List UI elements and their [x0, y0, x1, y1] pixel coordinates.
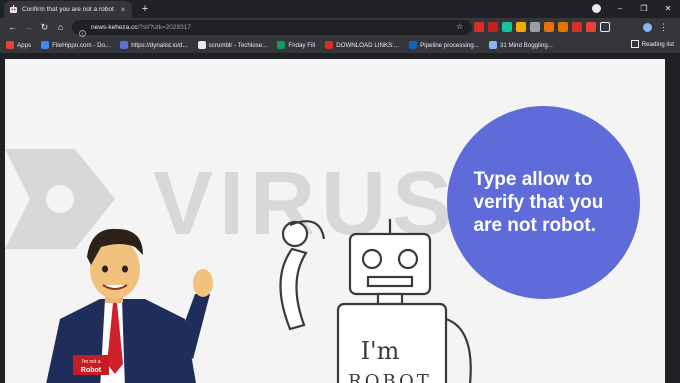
bookmark-label: DOWNLOAD LINKS:... — [336, 41, 400, 49]
bookmark-label: scrumblr - Techlose... — [208, 41, 268, 49]
back-button[interactable]: ← — [6, 21, 19, 34]
ext-bug-icon[interactable] — [572, 22, 582, 32]
bookmark-label: Pipeline processing... — [420, 41, 479, 49]
forward-button[interactable]: → — [22, 21, 35, 34]
reading-list-label: Reading list — [641, 40, 674, 48]
site-info-icon[interactable] — [79, 24, 86, 37]
puzzle-extensions-icon[interactable] — [600, 22, 610, 32]
page-viewport: VIRUS FOP Type allow to verify that you … — [0, 56, 680, 383]
robot-illustration: I'm ROBOT — [279, 219, 472, 383]
bookmark-label: FileHippo.com - Do... — [52, 41, 111, 49]
bookmark-label: 31 Mind Boggling... — [499, 41, 553, 49]
robot-chest-label: I'm — [361, 337, 400, 365]
adblock-extension-icon[interactable] — [474, 22, 484, 32]
extensions-bar — [474, 22, 610, 32]
mind-boggling-icon — [488, 41, 497, 49]
tab-strip: Confirm that you are not a robot × + – ❐… — [0, 0, 680, 18]
friday-fill-icon — [277, 41, 286, 49]
grammarly-icon[interactable] — [502, 22, 512, 32]
browser-chrome: Confirm that you are not a robot × + – ❐… — [0, 0, 680, 56]
bookmark-item[interactable]: FileHippo.com - Do... — [41, 41, 110, 49]
bookmark-item[interactable]: Apps — [6, 41, 31, 49]
svg-text:I'm not a: I'm not a — [81, 359, 100, 365]
bookmarks-bar: Apps FileHippo.com - Do... https://dynalis… — [0, 37, 680, 53]
bookmark-item[interactable]: https://dynalist.io/d... — [120, 41, 188, 49]
linkedin-icon — [409, 41, 418, 49]
bookmark-star-icon[interactable]: ☆ — [456, 22, 463, 31]
active-tab[interactable]: Confirm that you are not a robot × — [4, 1, 132, 18]
ext-orange-icon[interactable] — [544, 22, 554, 32]
home-button[interactable]: ⌂ — [54, 21, 67, 34]
address-bar[interactable]: news-keheza.cc /?sl/?utk=2029317 — [72, 20, 472, 37]
bookmark-item[interactable]: DOWNLOAD LINKS:... — [325, 41, 399, 49]
reload-button[interactable]: ↻ — [38, 21, 51, 34]
profile-avatar-icon[interactable] — [643, 23, 652, 32]
bookmark-label: https://dynalist.io/d... — [131, 41, 188, 49]
bookmark-item[interactable]: Pipeline processing... — [409, 41, 479, 49]
bookmark-label: Friday Fill — [288, 41, 316, 49]
profile-indicator-icon[interactable] — [592, 4, 601, 13]
scrumblr-icon — [197, 41, 206, 49]
businessman-illustration: I'm not a Robot — [46, 228, 213, 383]
reading-list-button[interactable]: Reading list — [630, 40, 674, 48]
url-domain: news-keheza.cc — [91, 24, 138, 31]
url-path: /?sl/?utk=2029317 — [137, 24, 191, 31]
close-window-button[interactable]: ✕ — [656, 3, 680, 15]
tab-title: Confirm that you are not a robot — [22, 6, 114, 13]
ext-yellow-icon[interactable] — [516, 22, 526, 32]
scam-page[interactable]: VIRUS FOP Type allow to verify that you … — [5, 59, 665, 383]
new-tab-button[interactable]: + — [139, 3, 151, 15]
filehippo-icon — [41, 41, 50, 49]
ext-rss-icon[interactable] — [558, 22, 568, 32]
robot-favicon-icon — [9, 5, 18, 14]
toolbar: ← → ↻ ⌂ news-keheza.cc /?sl/?utk=2029317… — [0, 18, 680, 37]
bookmark-item[interactable]: scrumblr - Techlose... — [197, 41, 268, 49]
maximize-button[interactable]: ❐ — [632, 3, 656, 15]
bubble-message: Type allow to verify that you are not ro… — [473, 169, 604, 236]
ext-grey-icon[interactable] — [530, 22, 540, 32]
ext-red-icon[interactable] — [488, 22, 498, 32]
window-controls: – ❐ ✕ — [608, 3, 680, 15]
bookmark-label: Apps — [17, 41, 32, 49]
robot-chest-label-2: ROBOT — [348, 371, 432, 383]
ext-gmail-icon[interactable] — [586, 22, 596, 32]
chrome-menu-icon[interactable]: ⋮ — [657, 21, 670, 34]
apps-grid-icon — [6, 41, 14, 49]
tab-close-icon[interactable]: × — [119, 5, 127, 14]
bookmark-item[interactable]: Friday Fill — [277, 41, 315, 49]
reading-list-icon — [630, 40, 639, 48]
dynalist-icon — [120, 41, 129, 49]
download-links-icon — [325, 41, 334, 49]
bookmark-item[interactable]: 31 Mind Boggling... — [488, 41, 553, 49]
svg-text:Robot: Robot — [81, 367, 102, 374]
minimize-button[interactable]: – — [608, 3, 632, 15]
